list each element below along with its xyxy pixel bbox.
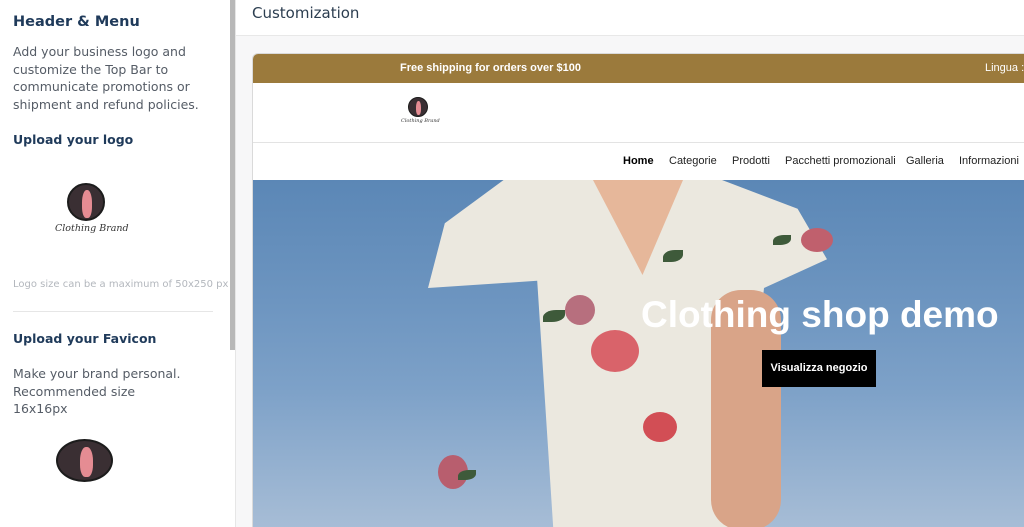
flower-print	[643, 412, 677, 442]
store-nav: Home Categorie Prodotti Pacchetti promoz…	[253, 144, 1024, 180]
leaf-print	[458, 470, 476, 480]
topbar-promo-text: Free shipping for orders over $100	[400, 62, 581, 74]
upload-favicon-preview[interactable]	[56, 439, 114, 483]
nav-item-home[interactable]: Home	[623, 155, 654, 167]
header-menu-description: Add your business logo and customize the…	[13, 44, 199, 112]
nav-item-galleria[interactable]: Galleria	[906, 155, 944, 167]
store-top-bar[interactable]: Free shipping for orders over $100 Lingu…	[253, 54, 1024, 83]
hero-title: Clothing shop demo	[641, 294, 999, 335]
header-menu-title: Header & Menu	[13, 14, 140, 30]
nav-item-informazioni[interactable]: Informazioni	[959, 155, 1019, 167]
store-logo-text: Clothing Brand	[401, 118, 440, 124]
upload-favicon-description: Make your brand personal. Recommended si…	[13, 366, 181, 416]
flower-print	[801, 228, 833, 252]
flower-print	[565, 295, 595, 325]
nav-item-prodotti[interactable]: Prodotti	[732, 155, 770, 167]
upload-logo-preview[interactable]: Clothing Brand	[55, 181, 129, 243]
store-logo[interactable]: Clothing Brand	[401, 97, 440, 131]
logo-size-hint: Logo size can be a maximum of 50x250 px	[13, 279, 229, 290]
upload-logo-title: Upload your logo	[13, 132, 134, 147]
logo-script-text: Clothing Brand	[55, 223, 129, 234]
language-selector[interactable]: Lingua :	[985, 62, 1024, 74]
flower-print	[591, 330, 639, 372]
store-preview: Free shipping for orders over $100 Lingu…	[252, 53, 1024, 527]
store-logo-icon	[408, 97, 428, 117]
logo-circle-icon	[67, 183, 105, 221]
nav-item-pacchetti[interactable]: Pacchetti promozionali	[785, 155, 896, 167]
store-header: Clothing Brand	[253, 83, 1024, 143]
visit-shop-button[interactable]: Visualizza negozio	[762, 350, 876, 387]
upload-favicon-title: Upload your Favicon	[13, 331, 157, 346]
nav-item-categorie[interactable]: Categorie	[669, 155, 717, 167]
hero-banner: Clothing shop demo Visualizza negozio	[253, 180, 1024, 527]
page-title: Customization	[252, 4, 360, 22]
favicon-icon	[56, 439, 113, 482]
main-header: Customization	[236, 0, 1024, 36]
settings-sidebar: Header & Menu Add your business logo and…	[0, 0, 230, 527]
divider	[13, 311, 213, 312]
